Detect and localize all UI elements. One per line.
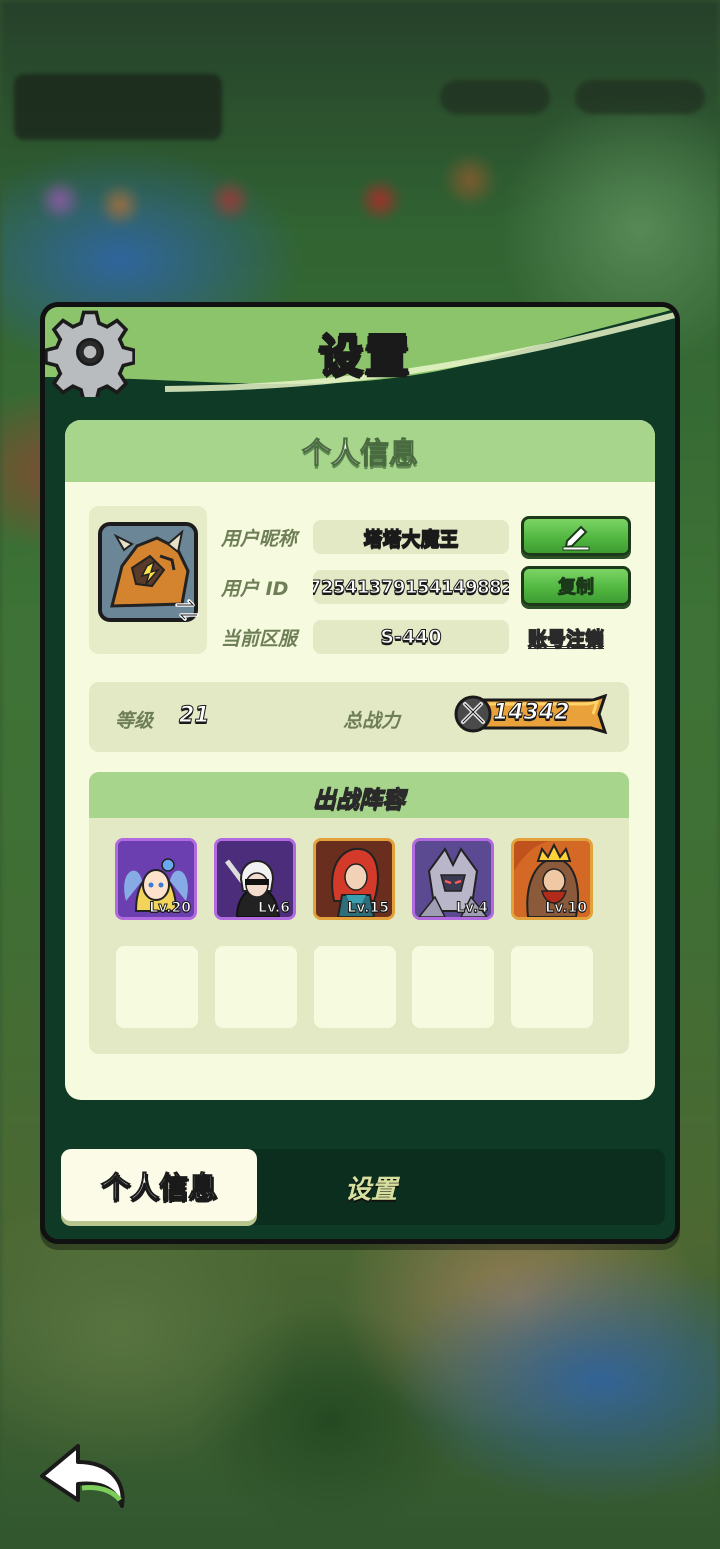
empty-hero-slot[interactable] bbox=[314, 946, 396, 1028]
back-arrow-icon[interactable] bbox=[38, 1440, 130, 1510]
avatar-container[interactable] bbox=[89, 506, 207, 654]
lineup-header: 出战阵容 bbox=[89, 772, 629, 818]
card-header: 个人信息 bbox=[65, 420, 655, 482]
nickname-value: 塔塔大魔王 bbox=[313, 520, 509, 554]
card-title: 个人信息 bbox=[301, 436, 418, 471]
power-value: 14342 bbox=[493, 700, 571, 726]
empty-hero-slot[interactable] bbox=[511, 946, 593, 1028]
lineup-title: 出战阵容 bbox=[313, 787, 406, 814]
tab-settings[interactable]: 设置 bbox=[301, 1165, 441, 1209]
copy-id-button[interactable]: 复制 bbox=[521, 566, 631, 606]
user-id-label: 用户 ID bbox=[221, 578, 289, 600]
hero-slot-4[interactable]: Lv.4 bbox=[412, 838, 494, 920]
tab-bar: 个人信息 设置 bbox=[61, 1149, 665, 1225]
power-label: 总战力 bbox=[343, 710, 401, 732]
server-label: 当前区服 bbox=[221, 628, 298, 650]
empty-hero-slot[interactable] bbox=[215, 946, 297, 1028]
user-id-value: 7254137915414988​2 bbox=[313, 570, 509, 604]
hero-level: Lv.15 bbox=[347, 900, 390, 917]
personal-info-card: 个人信息 用户昵称 塔塔大魔王 bbox=[65, 420, 655, 1100]
stats-panel: 等级 21 总战力 14342 bbox=[89, 682, 629, 752]
server-value: S-440 bbox=[313, 620, 509, 654]
hero-level: Lv.10 bbox=[545, 900, 588, 917]
combat-power-badge: 14342 bbox=[453, 693, 609, 735]
hero-level: Lv.4 bbox=[456, 900, 489, 917]
hero-level: Lv.20 bbox=[149, 900, 192, 917]
dialog-title: 设置 bbox=[318, 329, 411, 382]
empty-hero-slot[interactable] bbox=[412, 946, 494, 1028]
edit-nickname-button[interactable] bbox=[521, 516, 631, 556]
nickname-label: 用户昵称 bbox=[221, 528, 298, 550]
hero-slot-2[interactable]: Lv.6 bbox=[214, 838, 296, 920]
hero-slot-5[interactable]: Lv.10 bbox=[511, 838, 593, 920]
hero-slot-3[interactable]: Lv.15 bbox=[313, 838, 395, 920]
battle-lineup-panel: 出战阵容 Lv.20 Lv.6 Lv.15 Lv.4 Lv.10 bbox=[89, 772, 629, 1054]
hero-level: Lv.6 bbox=[258, 900, 291, 917]
cancel-account-link[interactable]: 账号注销 bbox=[527, 624, 604, 651]
level-value: 21 bbox=[179, 703, 211, 729]
level-label: 等级 bbox=[115, 710, 154, 732]
hero-slot-1[interactable]: Lv.20 bbox=[115, 838, 197, 920]
settings-dialog: 设置 个人信息 用户昵称 塔塔大魔王 用户 ID 725413791541498… bbox=[40, 302, 680, 1244]
dialog-header: 设置 bbox=[45, 307, 675, 399]
gear-icon bbox=[45, 310, 135, 397]
pencil-icon bbox=[562, 525, 590, 551]
swap-arrows-icon[interactable] bbox=[173, 596, 201, 624]
tab-personal-info[interactable]: 个人信息 bbox=[61, 1149, 257, 1221]
empty-hero-slot[interactable] bbox=[116, 946, 198, 1028]
